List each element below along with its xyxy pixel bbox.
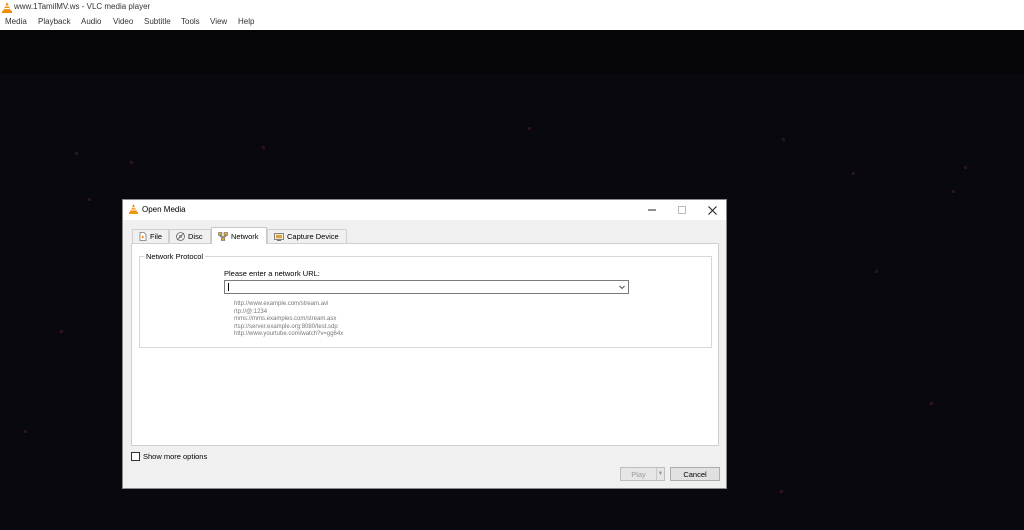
network-icon	[218, 231, 228, 241]
network-url-input[interactable]	[224, 280, 629, 294]
close-icon	[707, 205, 717, 215]
network-tab-panel: Network Protocol Please enter a network …	[131, 243, 719, 446]
tab-disc[interactable]: Disc	[169, 229, 211, 243]
menu-video[interactable]: Video	[113, 17, 133, 26]
window-title: www.1TamilMV.ws - VLC media player	[14, 2, 151, 11]
play-button[interactable]: Play ▼	[620, 467, 665, 481]
window-title-bar: www.1TamilMV.ws - VLC media player	[0, 0, 1024, 15]
open-media-dialog: Open Media File Disc Network Capture Dev…	[122, 199, 727, 489]
tab-disc-label: Disc	[188, 232, 203, 241]
maximize-button[interactable]	[669, 200, 695, 220]
menu-tools[interactable]: Tools	[181, 17, 200, 26]
network-url-prompt: Please enter a network URL:	[224, 269, 320, 278]
tab-file[interactable]: File	[132, 229, 169, 243]
tab-file-label: File	[150, 232, 163, 241]
url-examples: http://www.example.com/stream.avi rtp://…	[234, 301, 343, 339]
close-button[interactable]	[699, 200, 725, 220]
menu-playback[interactable]: Playback	[38, 17, 70, 26]
menu-view[interactable]: View	[210, 17, 227, 26]
tab-network-label: Network	[231, 231, 259, 241]
url-example: http://www.yourtube.com/watch?v=gg64x	[234, 331, 344, 337]
show-more-options-label[interactable]: Show more options	[143, 452, 207, 461]
menu-subtitle[interactable]: Subtitle	[144, 17, 171, 26]
chevron-down-icon[interactable]	[618, 282, 626, 292]
dialog-title: Open Media	[142, 205, 186, 214]
menu-bar: Media Playback Audio Video Subtitle Tool…	[0, 15, 1024, 30]
tab-capture-device[interactable]: Capture Device	[267, 229, 347, 243]
capture-device-icon	[274, 232, 284, 241]
url-example: rtsp://server.example.org:8080/test.sdp	[234, 323, 338, 330]
vlc-cone-icon	[129, 204, 138, 214]
show-more-options-checkbox[interactable]	[131, 452, 140, 461]
disc-icon	[176, 232, 185, 241]
file-icon	[139, 232, 147, 241]
tab-capture-device-label: Capture Device	[287, 232, 339, 241]
play-button-label: Play	[621, 468, 657, 480]
url-example: rtp://@:1234	[234, 308, 268, 315]
minimize-button[interactable]	[639, 200, 665, 220]
tab-network[interactable]: Network	[211, 227, 267, 244]
vlc-cone-icon	[2, 2, 12, 13]
menu-audio[interactable]: Audio	[81, 17, 101, 26]
dialog-title-bar: Open Media	[123, 200, 726, 220]
play-dropdown-arrow-icon[interactable]: ▼	[657, 468, 664, 480]
maximize-icon	[678, 206, 686, 214]
network-protocol-group: Network Protocol Please enter a network …	[139, 252, 712, 348]
menu-help[interactable]: Help	[238, 17, 254, 26]
network-protocol-legend: Network Protocol	[144, 252, 206, 261]
cancel-button[interactable]: Cancel	[670, 467, 720, 481]
menu-media[interactable]: Media	[5, 17, 27, 26]
url-example: mms://mms.examples.com/stream.asx	[234, 316, 337, 322]
minimize-icon	[648, 209, 656, 211]
text-caret	[228, 283, 229, 291]
url-example: http://www.example.com/stream.avi	[234, 301, 329, 307]
